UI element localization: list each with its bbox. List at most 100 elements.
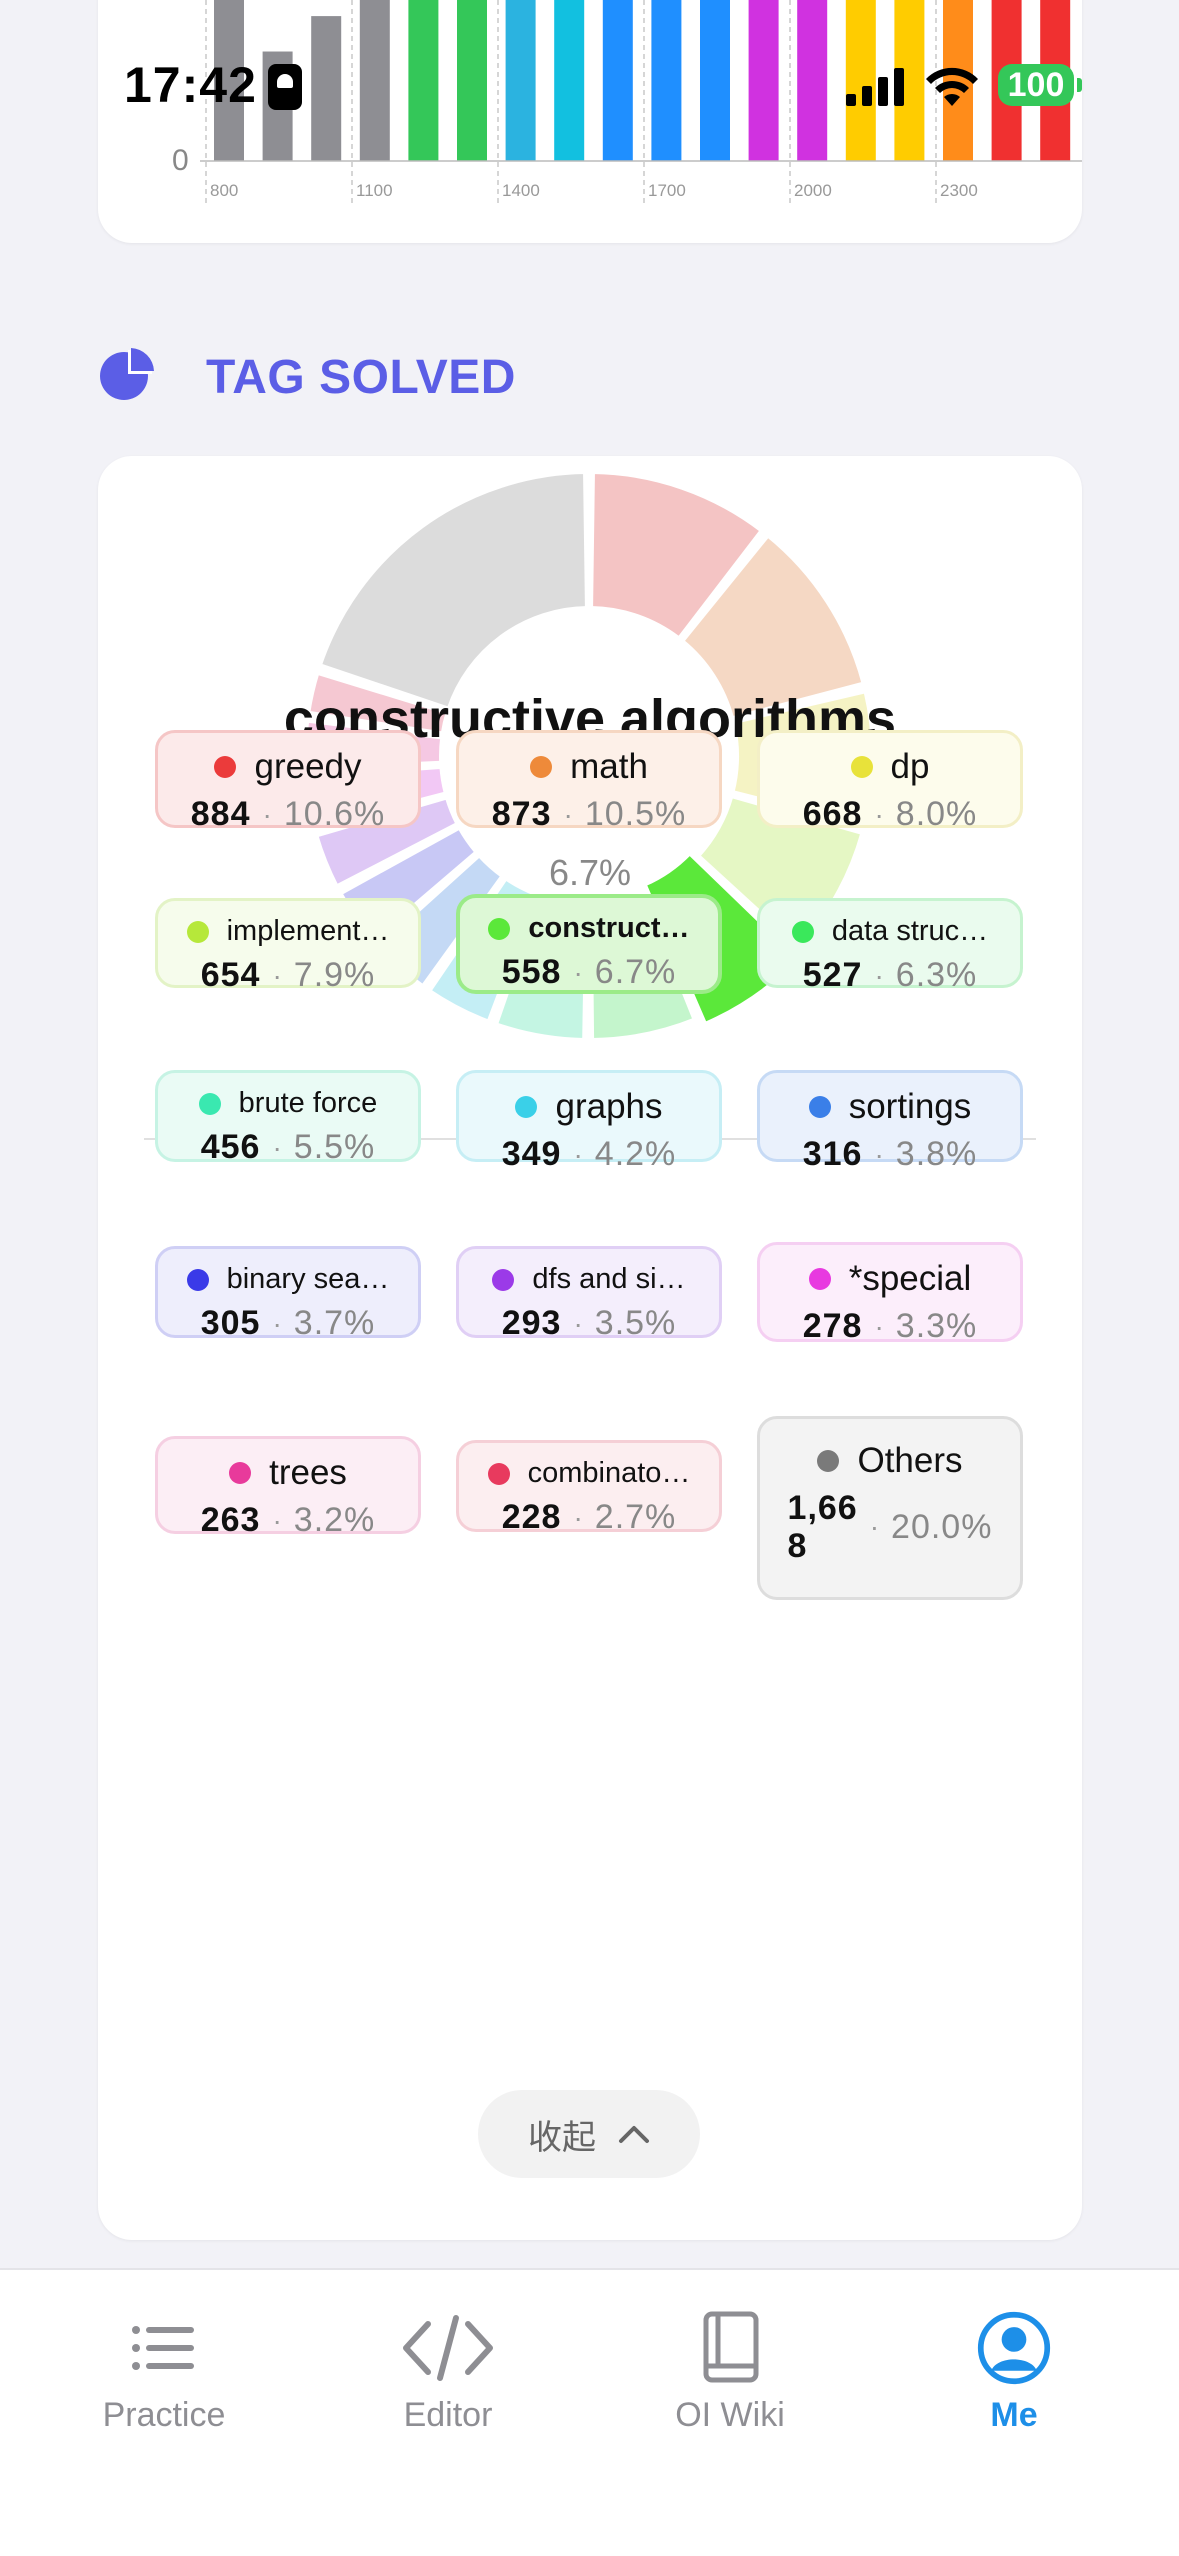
- tag-legend-item[interactable]: combinato… 228 · 2.7%: [456, 1440, 722, 1536]
- legend-color-dot: [791, 920, 814, 943]
- legend-tag-name: dp: [890, 747, 930, 786]
- legend-tag-count: 884: [190, 795, 251, 833]
- legend-tag-name: combinato…: [527, 1457, 691, 1489]
- legend-color-dot: [808, 1096, 831, 1118]
- legend-tag-percent: 10.5%: [584, 795, 687, 833]
- legend-tag-count: 873: [491, 795, 552, 833]
- tag-legend-item[interactable]: math 873 · 10.5%: [456, 730, 722, 833]
- legend-tag-name: data struc…: [831, 915, 989, 947]
- tag-legend-item[interactable]: binary sea… 305 · 3.7%: [155, 1246, 421, 1342]
- legend-color-dot: [214, 756, 237, 778]
- legend-separator: ·: [573, 1138, 583, 1170]
- tag-legend-item[interactable]: graphs 349 · 4.2%: [456, 1070, 722, 1173]
- legend-color-dot: [186, 920, 209, 943]
- tag-legend-item[interactable]: sortings 316 · 3.8%: [757, 1070, 1023, 1173]
- legend-tag-percent: 6.3%: [895, 956, 978, 994]
- tag-solved-card: constructive algorithms 558 6.7% greedy8…: [98, 456, 1082, 2240]
- legend-tag-percent: 4.2%: [594, 1135, 677, 1173]
- donut-selected-percent: 6.7%: [548, 852, 632, 893]
- legend-separator: ·: [272, 1307, 282, 1339]
- tab-me[interactable]: Me: [914, 2310, 1114, 2435]
- legend-tag-count: 263: [200, 1501, 261, 1539]
- x-tick-label: 800: [210, 181, 238, 200]
- legend-color-dot: [850, 756, 873, 778]
- tag-legend-item[interactable]: trees 263 · 3.2%: [155, 1436, 421, 1539]
- legend-tag-name: math: [570, 747, 648, 786]
- legend-tag-count: 228: [501, 1498, 562, 1536]
- tab-label: Editor: [403, 2396, 493, 2434]
- tag-legend-item[interactable]: dfs and si… 293 · 3.5%: [456, 1246, 722, 1342]
- tag-legend-item[interactable]: *special 278 · 3.3%: [757, 1242, 1023, 1345]
- legend-tag-count: 668: [802, 795, 863, 833]
- legend-tag-count: 305: [200, 1304, 261, 1342]
- legend-separator: ·: [874, 1138, 884, 1170]
- legend-separator: ·: [262, 798, 272, 830]
- legend-separator: ·: [573, 1307, 583, 1339]
- legend-separator: ·: [563, 798, 573, 830]
- legend-color-dot: [515, 1096, 538, 1118]
- code-icon: [403, 2315, 493, 2381]
- legend-tag-name: implement…: [226, 915, 390, 947]
- tab-practice[interactable]: Practice: [64, 2310, 264, 2435]
- legend-tag-percent: 8.0%: [895, 795, 978, 833]
- legend-separator: ·: [272, 959, 282, 991]
- x-tick-label: 1700: [648, 181, 686, 200]
- collapse-label: 收起: [528, 2117, 596, 2158]
- tab-bar: Practice Editor OI Wiki Me: [0, 2268, 1179, 2556]
- legend-separator: ·: [272, 1504, 282, 1536]
- legend-separator: ·: [272, 1131, 282, 1163]
- legend-tag-count: 456: [200, 1128, 261, 1166]
- legend-tag-percent: 5.5%: [293, 1128, 376, 1166]
- book-icon: [703, 2311, 759, 2383]
- section-title: TAG SOLVED: [206, 351, 516, 404]
- legend-color-dot: [229, 1462, 252, 1484]
- tag-legend-item[interactable]: brute force 456 · 5.5%: [155, 1070, 421, 1166]
- tag-legend-item[interactable]: data struc… 527 · 6.3%: [757, 898, 1023, 994]
- legend-tag-count: 349: [501, 1135, 562, 1173]
- legend-tag-percent: 10.6%: [283, 795, 386, 833]
- collapse-button[interactable]: 收起: [478, 2090, 700, 2178]
- tab-editor[interactable]: Editor: [348, 2310, 548, 2435]
- legend-tag-name: trees: [269, 1453, 347, 1492]
- tag-legend-item[interactable]: greedy 884 · 10.6%: [155, 730, 421, 833]
- tab-label: Practice: [102, 2396, 226, 2434]
- focus-mode-icon: [268, 64, 302, 110]
- legend-tag-percent: 7.9%: [293, 956, 376, 994]
- legend-color-dot: [808, 1268, 831, 1290]
- legend-color-dot: [186, 1268, 209, 1291]
- legend-tag-name: dfs and si…: [532, 1263, 686, 1295]
- legend-separator: ·: [573, 1501, 583, 1533]
- legend-tag-count: 1,66 8: [787, 1489, 858, 1565]
- tag-legend-item[interactable]: dp 668 · 8.0%: [757, 730, 1023, 833]
- status-bar: 17:42 100: [0, 0, 1179, 180]
- legend-separator: ·: [573, 956, 583, 988]
- legend-tag-percent: 2.7%: [594, 1498, 677, 1536]
- chevron-up-icon: [619, 2126, 649, 2143]
- legend-tag-name: brute force: [238, 1087, 378, 1119]
- tag-legend-item[interactable]: implement… 654 · 7.9%: [155, 898, 421, 994]
- legend-tag-name: greedy: [254, 747, 362, 786]
- donut-slice[interactable]: [317, 470, 589, 711]
- legend-separator: ·: [874, 798, 884, 830]
- tab-oi-wiki[interactable]: OI Wiki: [630, 2310, 830, 2435]
- x-tick-label: 2000: [794, 181, 832, 200]
- tag-solved-header: TAG SOLVED: [98, 346, 798, 406]
- legend-tag-name: *special: [848, 1259, 972, 1298]
- pie-chart-icon: [100, 348, 154, 400]
- tag-legend-item[interactable]: construct… 558 · 6.7%: [456, 894, 722, 994]
- legend-tag-percent: 3.5%: [594, 1304, 677, 1342]
- legend-color-dot: [492, 1268, 515, 1291]
- legend-separator: ·: [869, 1511, 880, 1542]
- legend-tag-percent: 3.7%: [293, 1304, 376, 1342]
- legend-tag-percent: 20.0%: [891, 1507, 993, 1546]
- legend-tag-percent: 3.3%: [895, 1307, 978, 1345]
- tab-label: Me: [990, 2396, 1038, 2434]
- legend-tag-count: 654: [200, 956, 261, 994]
- legend-separator: ·: [874, 1310, 884, 1342]
- legend-tag-count: 527: [802, 956, 863, 994]
- legend-color-dot: [488, 917, 511, 940]
- x-tick-label: 1400: [502, 181, 540, 200]
- battery-indicator: 100: [998, 64, 1082, 106]
- tag-legend-item[interactable]: Others 1,66 8 · 20.0%: [757, 1416, 1023, 1600]
- person-icon: [977, 2311, 1051, 2385]
